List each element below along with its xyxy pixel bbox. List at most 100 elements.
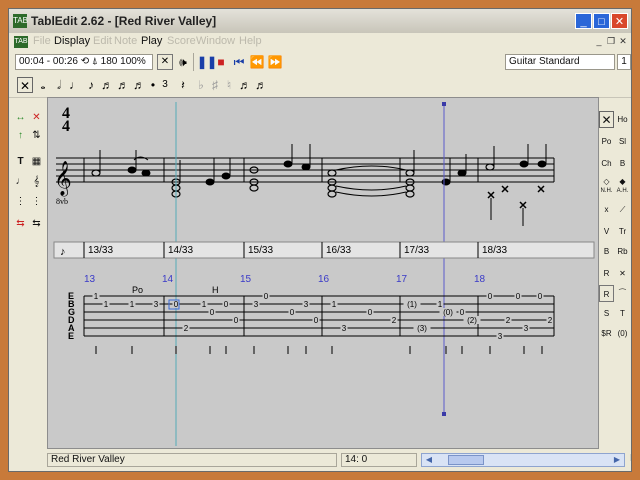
tab-number[interactable]: 3 [498,332,503,341]
chord-diagram-icon[interactable]: ⋮ [13,193,28,208]
tie-button[interactable]: ⁀ [615,285,630,302]
close-toggle-icon[interactable]: ✕ [157,54,173,70]
strum-button[interactable]: ⟋ [615,201,630,218]
tab-number[interactable]: 3 [154,300,159,309]
tab-number[interactable]: 0 [368,308,373,317]
mdi-restore-button[interactable]: ❐ [605,36,617,47]
speed-value[interactable]: 100% [120,56,146,67]
tab-number[interactable]: 1 [438,300,443,309]
tab-number[interactable]: (3) [417,324,427,333]
score-canvas[interactable]: 4 4 𝄞 8vb ♪ 13/33 14/33 15/33 16/33 17/3… [48,98,598,448]
trill-button[interactable]: Tr [615,223,630,240]
note-icon[interactable]: ♩ [13,173,28,188]
menu-window[interactable]: Window [196,35,235,47]
pull-off-button[interactable]: Po [599,133,614,150]
rasgueado-button[interactable]: R [599,265,614,282]
tab-number[interactable]: 1 [202,300,207,309]
tab-number[interactable]: 0 [488,292,493,301]
tab-number[interactable]: 0 [234,316,239,325]
clear-effect-icon[interactable]: ✕ [599,111,614,128]
tab-number[interactable]: (0) [443,308,453,317]
pause-icon[interactable]: ❚❚ [197,54,217,70]
tab-number[interactable]: 3 [254,300,259,309]
tab-number[interactable]: 2 [548,316,553,325]
slap-button[interactable]: S [599,305,614,322]
half-note-icon[interactable]: 𝅗𝅥 [51,77,67,93]
horizontal-scrollbar[interactable]: ◀ ▶ [421,453,625,467]
ghost-note-button[interactable]: (0) [615,325,630,342]
playback-cursor-handle-top[interactable] [442,102,446,106]
tab-number[interactable]: 0 [314,316,319,325]
close-button[interactable]: ✕ [611,13,628,29]
segno-button[interactable]: $R [599,325,614,342]
tab-number[interactable]: 2 [184,324,189,333]
transpose-icon[interactable]: ⇅ [29,127,44,142]
tempo-value[interactable]: 180 [101,56,118,67]
speaker-icon[interactable]: 🕪 [175,54,191,70]
tab-number[interactable]: 3 [342,324,347,333]
menu-note[interactable]: Note [114,35,137,47]
rewind-icon[interactable]: ⏪ [249,54,265,70]
triplet-icon[interactable]: 3 [157,77,173,93]
instrument-select[interactable]: Guitar Standard [505,54,615,70]
scroll-right-icon[interactable]: ▶ [612,455,622,465]
bend-button[interactable]: B [615,155,630,172]
sixteenth-note-icon[interactable]: ♬ [99,77,115,93]
scroll-thumb[interactable] [448,455,484,465]
natural-icon[interactable]: ♮ [221,77,237,93]
hammer-on-button[interactable]: Ho [615,111,630,128]
text-icon[interactable]: T [13,153,28,168]
fast-forward-icon[interactable]: ⏩ [267,54,283,70]
unbeam-icon[interactable]: ♬ [253,77,269,93]
dead-note-button[interactable]: x [599,201,614,218]
tab-number[interactable]: 0 [538,292,543,301]
tab-number[interactable]: 2 [392,316,397,325]
choke-button[interactable]: Ch [599,155,614,172]
release-bend-button[interactable]: Rb [615,243,630,260]
delete-icon[interactable]: ✕ [29,109,44,124]
eighth-note-icon[interactable]: ♪ [83,77,99,93]
tab-number[interactable]: 1 [104,300,109,309]
redo-icon[interactable]: ⇆ [29,215,44,230]
track-number[interactable]: 1 [617,54,631,70]
remove-effect-button[interactable]: ✕ [615,265,630,282]
tab-number[interactable]: 3 [524,324,529,333]
tab-number[interactable]: 1 [94,292,99,301]
score-area[interactable]: 4 4 𝄞 8vb ♪ 13/33 14/33 15/33 16/33 17/3… [47,97,599,449]
stop-icon[interactable]: ■ [213,54,229,70]
minimize-button[interactable]: _ [575,13,592,29]
tap-button[interactable]: T [615,305,630,322]
tab-number[interactable]: 3 [304,300,309,309]
tab-number[interactable]: (2) [467,316,477,325]
menu-help[interactable]: Help [239,35,262,47]
document-icon[interactable]: TAB [14,36,28,48]
app-icon[interactable]: TAB [13,14,28,28]
menu-play[interactable]: Play [141,35,162,47]
mdi-minimize-button[interactable]: _ [593,36,605,47]
bend-curve-button[interactable]: B [599,243,614,260]
scroll-left-icon[interactable]: ◀ [424,455,434,465]
menu-edit[interactable]: Edit [93,35,112,47]
repeat-button[interactable]: R [599,285,614,302]
loop-icon[interactable]: ⟲ [81,56,89,67]
undo-icon[interactable]: ⇆ [13,215,28,230]
tab-number[interactable]: 0 [264,292,269,301]
clef-icon[interactable]: 𝄞 [29,173,44,188]
rewind-start-icon[interactable]: ⏮ [231,54,247,70]
tab-number[interactable]: 1 [130,300,135,309]
tab-number[interactable]: 0 [210,308,215,317]
tab-number[interactable]: (1) [407,300,417,309]
menu-score[interactable]: Score [167,35,196,47]
move-up-icon[interactable]: ↑ [13,127,28,142]
tab-number[interactable]: 0 [290,308,295,317]
metronome-icon[interactable]: ⍋ [92,56,98,67]
tab-number-layer[interactable]: 11 31 000201 30003 1023(1)(0)(2)(3)010323002 [92,292,554,341]
tab-number[interactable]: 1 [332,300,337,309]
menu-display[interactable]: Display [54,35,90,47]
whole-note-icon[interactable]: 𝅝 [35,77,51,93]
select-tool-icon[interactable]: ✕ [17,77,33,93]
tab-number[interactable]: 0 [174,300,179,309]
vibrato-button[interactable]: V [599,223,614,240]
fingering-icon[interactable]: ⋮ [29,193,44,208]
maximize-button[interactable]: □ [593,13,610,29]
